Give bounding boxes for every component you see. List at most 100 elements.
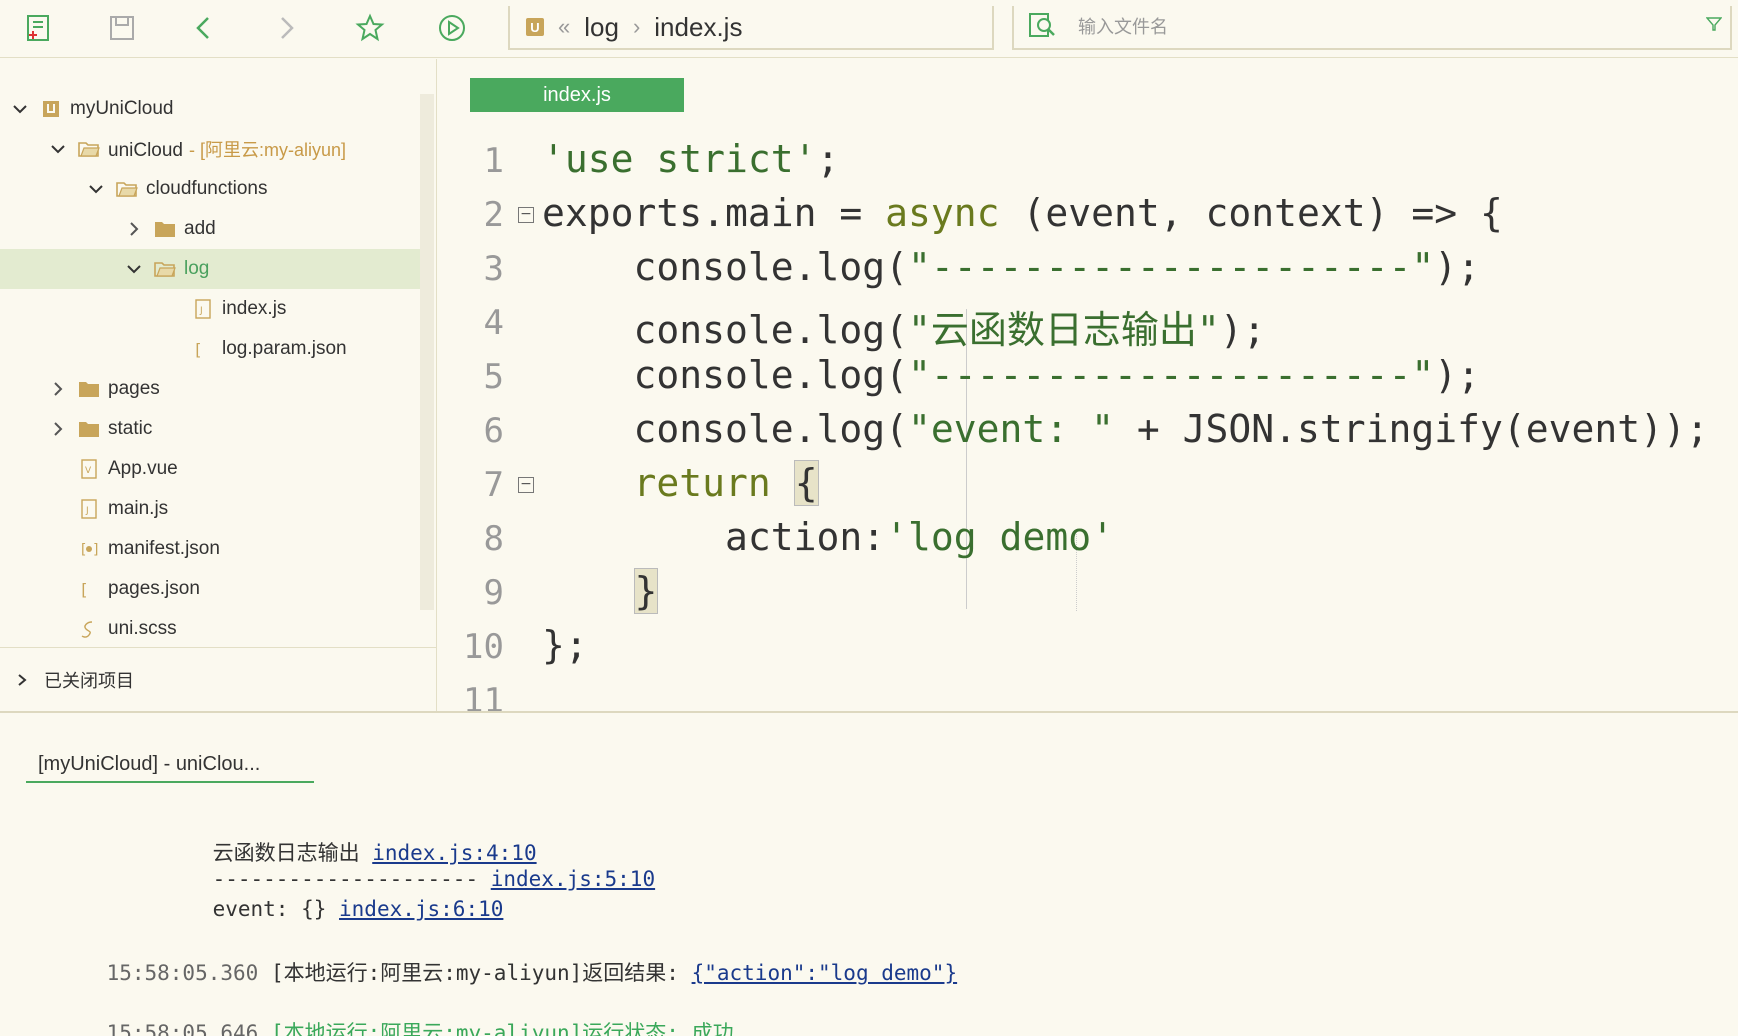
line-number: 9 xyxy=(483,573,504,613)
source-link[interactable]: index.js:5:10 xyxy=(491,867,655,891)
run-icon[interactable] xyxy=(432,8,472,48)
chevron-right-icon: › xyxy=(632,14,641,39)
tree-item-label: pages xyxy=(108,378,160,399)
tree-item-log[interactable]: log xyxy=(0,249,420,289)
cloud-folder-icon xyxy=(78,138,100,160)
line-number: 1 xyxy=(483,141,504,181)
code-text: console.log("event: " + JSON.stringify(e… xyxy=(542,407,1709,451)
code-line: 2− exports.main = async (event, context) … xyxy=(438,189,1738,243)
tree-item-main-js[interactable]: Jmain.js xyxy=(0,489,420,529)
code-text: }; xyxy=(542,623,588,667)
chevron-down-icon[interactable] xyxy=(86,179,106,199)
open-folder-icon xyxy=(154,258,176,280)
svg-text:[ ]: [ ] xyxy=(79,580,99,599)
tree-item-label: manifest.json xyxy=(108,538,220,559)
line-number: 7 xyxy=(483,465,504,505)
tree-item-label: main.js xyxy=(108,498,169,519)
tree-item-app-vue[interactable]: V App.vue xyxy=(0,449,420,489)
tree-item-label: log xyxy=(184,258,210,279)
code-line: 1 'use strict'; xyxy=(438,135,1738,189)
toolbar: U « log › index.js xyxy=(0,0,1738,58)
line-number: 2 xyxy=(483,195,504,235)
filter-icon[interactable] xyxy=(1705,16,1723,37)
console-log-text: [本地运行:阿里云:my-aliyun]返回结果: xyxy=(258,961,692,985)
tree-item-log-param-json[interactable]: [ ] log.param.json xyxy=(0,329,420,369)
console-tab[interactable]: [myUniCloud] - uniClou... xyxy=(26,749,314,783)
status-text: [本地运行:阿里云:my-aliyun]运行状态: 成功 xyxy=(258,1021,734,1036)
back-icon[interactable] xyxy=(184,8,224,48)
js-file-icon: J xyxy=(78,498,100,520)
code-text: console.log("---------------------"); xyxy=(542,353,1481,397)
project-explorer: myUniCloud uniCloud - [阿里云:my-aliyun] cloud… xyxy=(0,59,437,711)
open-folder-icon xyxy=(116,178,138,200)
double-chevron-left-icon[interactable]: « xyxy=(558,14,570,40)
chevron-down-icon[interactable] xyxy=(10,99,30,119)
code-line: 9 } xyxy=(438,567,1738,621)
tree-item-index-js[interactable]: Jindex.js xyxy=(0,289,420,329)
chevron-down-icon[interactable] xyxy=(48,139,68,159)
search-icon[interactable] xyxy=(1028,11,1058,44)
fold-toggle-icon[interactable]: − xyxy=(518,207,534,223)
breadcrumb-item[interactable]: log xyxy=(584,12,619,43)
tree-item-uni-scss[interactable]: uni.scss xyxy=(0,609,420,649)
project-icon xyxy=(40,98,62,120)
line-number: 3 xyxy=(483,249,504,289)
console-status-line: 15:58:05.646 [本地运行:阿里云:my-aliyun]运行状态: 成… xyxy=(56,993,734,1036)
json-file-icon: [ ] xyxy=(78,578,100,600)
source-link[interactable]: index.js:6:10 xyxy=(339,897,503,921)
sidebar-scrollbar[interactable] xyxy=(420,94,434,610)
code-area[interactable]: 1'use strict'; 2− exports.main = async (e… xyxy=(438,135,1738,711)
star-icon[interactable] xyxy=(350,8,390,48)
search-input[interactable] xyxy=(1078,16,1678,38)
tree-item-static[interactable]: static xyxy=(0,409,420,449)
tree-item-add[interactable]: add xyxy=(0,209,420,249)
tree-item-label: index.js xyxy=(222,298,287,319)
new-file-icon[interactable] xyxy=(18,8,58,48)
tree-item-label: App.vue xyxy=(108,458,178,479)
line-number: 11 xyxy=(463,681,504,711)
code-editor[interactable]: index.js 1'use strict'; 2− exports.main =… xyxy=(438,59,1738,711)
chevron-down-icon[interactable] xyxy=(124,259,144,279)
tree-item-label: myUniCloud xyxy=(70,98,174,119)
tree-item-label: uniCloud - [阿里云:my-aliyun] xyxy=(108,140,347,161)
tree-item-cloudfunctions[interactable]: cloudfunctions xyxy=(0,169,420,209)
code-text: 'use strict'; xyxy=(542,137,840,181)
code-text: exports.main = async (event, context) =>… xyxy=(542,191,1503,235)
editor-tab[interactable]: index.js xyxy=(470,78,684,112)
tree-item-pages-json[interactable]: [ ] pages.json xyxy=(0,569,420,609)
json-file-icon: [ ] xyxy=(192,338,214,360)
svg-text:V: V xyxy=(85,466,92,476)
code-line: 6 console.log("event: " + JSON.stringify… xyxy=(438,405,1738,459)
js-file-icon: J xyxy=(192,298,214,320)
code-text: } xyxy=(633,568,659,614)
chevron-right-icon[interactable] xyxy=(48,379,68,399)
vue-file-icon: V xyxy=(78,458,100,480)
chevron-right-icon[interactable] xyxy=(124,219,144,239)
console-panel: [myUniCloud] - uniClou... 云函数日志输出 index.… xyxy=(0,711,1738,1036)
save-icon[interactable] xyxy=(102,8,142,48)
breadcrumb: U « log › index.js xyxy=(508,6,994,50)
line-number: 10 xyxy=(463,627,504,667)
breadcrumb-item[interactable]: index.js xyxy=(654,12,742,43)
fold-toggle-icon[interactable]: − xyxy=(518,477,534,493)
line-number: 4 xyxy=(483,303,504,343)
closed-projects-label: 已关闭项目 xyxy=(44,670,134,691)
tree-item-label: log.param.json xyxy=(222,338,347,359)
tree-item-pages[interactable]: pages xyxy=(0,369,420,409)
tree-item-manifest-json[interactable]: [] manifest.json xyxy=(0,529,420,569)
file-search xyxy=(1012,6,1732,50)
result-link[interactable]: {"action":"log demo"} xyxy=(692,961,958,985)
code-line: 3 console.log("---------------------"); xyxy=(438,243,1738,297)
tree-item-myunicloud[interactable]: myUniCloud xyxy=(0,89,420,129)
scss-file-icon xyxy=(78,618,100,640)
code-text: console.log("---------------------"); xyxy=(542,245,1481,289)
tree-item-unicloud[interactable]: uniCloud - [阿里云:my-aliyun] xyxy=(0,129,420,169)
forward-icon[interactable] xyxy=(266,8,306,48)
svg-text:[ ]: [ ] xyxy=(193,340,213,359)
file-tree: myUniCloud uniCloud - [阿里云:my-aliyun] cloud… xyxy=(0,89,420,649)
svg-text:J: J xyxy=(85,506,89,516)
closed-projects-section[interactable]: 已关闭项目 xyxy=(0,647,437,711)
tree-item-label: add xyxy=(184,218,216,239)
chevron-right-icon[interactable] xyxy=(48,419,68,439)
timestamp: 15:58:05.360 xyxy=(106,961,259,985)
